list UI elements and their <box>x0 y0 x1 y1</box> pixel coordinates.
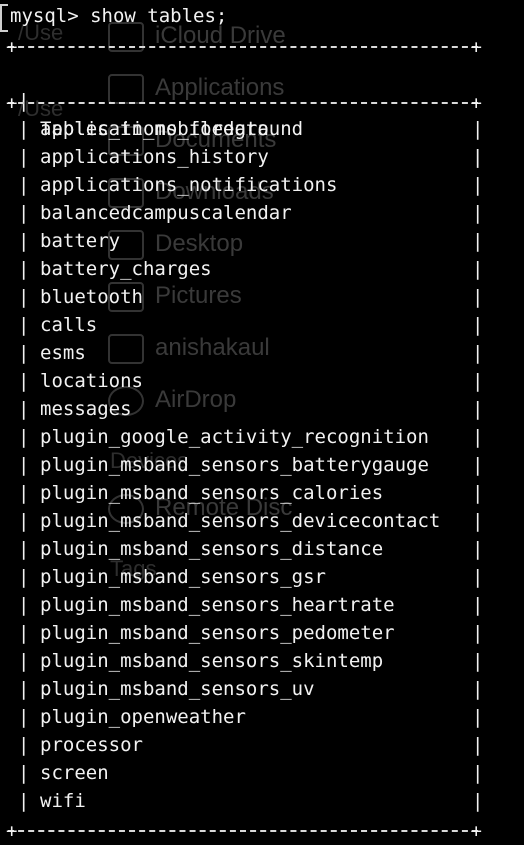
table-cell: locations <box>40 370 143 392</box>
table-cell: plugin_msband_sensors_pedometer <box>40 622 395 644</box>
table-cell: plugin_openweather <box>40 706 246 728</box>
table-row: | plugin_msband_sensors_gsr | <box>6 563 506 591</box>
table-row: | plugin_msband_sensors_pedometer | <box>6 619 506 647</box>
table-cell: bluetooth <box>40 286 143 308</box>
table-row: | esms | <box>6 339 506 367</box>
table-cell: plugin_msband_sensors_heartrate <box>40 594 395 616</box>
table-cell: plugin_msband_sensors_uv <box>40 678 315 700</box>
table-row: | screen | <box>6 759 506 787</box>
table-row: | plugin_msband_sensors_skintemp | <box>6 647 506 675</box>
table-cell: applications_foreground <box>40 118 304 140</box>
command-prompt: mysql> show tables; <box>10 5 228 27</box>
table-cell: plugin_google_activity_recognition <box>40 426 429 448</box>
table-cell: esms <box>40 342 86 364</box>
table-row: | plugin_msband_sensors_batterygauge | <box>6 451 506 479</box>
table-row: | battery_charges | <box>6 255 506 283</box>
table-cell: plugin_msband_sensors_calories <box>40 482 384 504</box>
table-row: | processor | <box>6 731 506 759</box>
table-row: | plugin_msband_sensors_calories | <box>6 479 506 507</box>
table-cell: messages <box>40 398 132 420</box>
table-cell: screen <box>40 762 109 784</box>
table-row: | balancedcampuscalendar | <box>6 199 506 227</box>
table-header-row: | Tables_in_mobiledata | <box>18 90 484 168</box>
terminal-window[interactable]: mysql> show tables; + + | Tables_in_mobil… <box>0 0 524 842</box>
table-cell: plugin_msband_sensors_devicecontact <box>40 510 441 532</box>
table-row: | battery | <box>6 227 506 255</box>
table-cell: wifi <box>40 790 86 812</box>
table-row: | plugin_msband_sensors_distance | <box>6 535 506 563</box>
table-row: | plugin_msband_sensors_uv | <box>6 675 506 703</box>
table-border-header: + + <box>6 92 482 114</box>
table-border-bottom: + + <box>6 820 482 842</box>
table-row: | wifi | <box>6 787 506 815</box>
table-cell: plugin_msband_sensors_batterygauge <box>40 454 429 476</box>
table-cell: plugin_msband_sensors_gsr <box>40 566 326 588</box>
prompt-marker <box>0 4 8 32</box>
table-cell: battery_charges <box>40 258 212 280</box>
table-row: | applications_notifications | <box>6 171 506 199</box>
table-row: | calls | <box>6 311 506 339</box>
table-cell: processor <box>40 734 143 756</box>
table-cell: applications_history <box>40 146 269 168</box>
table-row: | plugin_google_activity_recognition | <box>6 423 506 451</box>
table-row: | plugin_openweather | <box>6 703 506 731</box>
table-row: | applications_foreground | <box>6 115 506 143</box>
table-border-top: + + <box>6 36 482 58</box>
table-cell: applications_notifications <box>40 174 338 196</box>
table-row: | plugin_msband_sensors_heartrate | <box>6 591 506 619</box>
table-cell: plugin_msband_sensors_skintemp <box>40 650 384 672</box>
table-cell: battery <box>40 230 121 252</box>
table-row: | applications_history | <box>6 143 506 171</box>
table-cell: plugin_msband_sensors_distance <box>40 538 384 560</box>
table-cell: balancedcampuscalendar <box>40 202 292 224</box>
table-row: | plugin_msband_sensors_devicecontact | <box>6 507 506 535</box>
table-row: | locations | <box>6 367 506 395</box>
table-cell: calls <box>40 314 98 336</box>
table-row: | messages | <box>6 395 506 423</box>
table-row: | bluetooth | <box>6 283 506 311</box>
